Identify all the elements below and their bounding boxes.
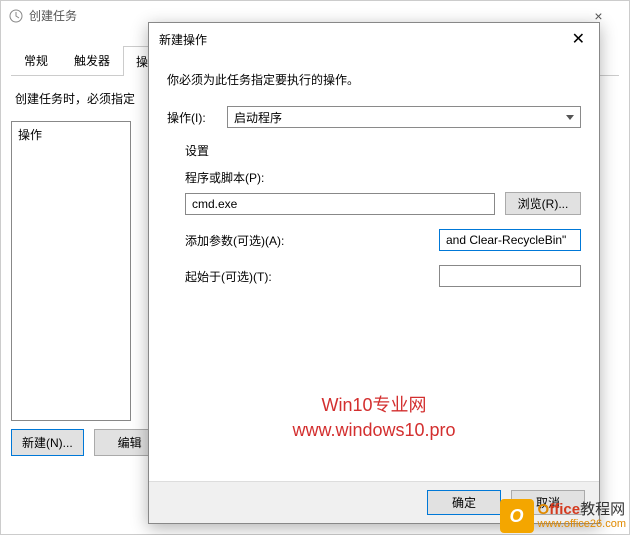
new-action-dialog: 新建操作 ✕ 你必须为此任务指定要执行的操作。 操作(I): 启动程序 设置 程…	[148, 22, 600, 524]
action-combobox[interactable]: 启动程序	[227, 106, 581, 128]
actions-listbox[interactable]: 操作	[11, 121, 131, 421]
program-input[interactable]: cmd.exe	[185, 193, 495, 215]
badge-main-text: Office教程网	[538, 502, 626, 519]
browse-button-label: 浏览(R)...	[518, 197, 569, 211]
arguments-input-value: and Clear-RecycleBin"	[446, 233, 566, 247]
badge-sub-text: www.office26.com	[538, 518, 626, 530]
settings-group-label: 设置	[185, 142, 581, 159]
site-badge: O Office教程网 www.office26.com	[500, 499, 626, 533]
action-label: 操作(I):	[167, 109, 227, 126]
ok-button[interactable]: 确定	[427, 490, 501, 515]
modal-instruction: 你必须为此任务指定要执行的操作。	[167, 71, 581, 88]
watermark: Win10专业网 www.windows10.pro	[149, 393, 599, 443]
program-label: 程序或脚本(P):	[185, 169, 581, 186]
actions-list-header: 操作	[18, 126, 124, 143]
watermark-line2: www.windows10.pro	[149, 418, 599, 443]
new-button-label: 新建(N)...	[22, 436, 73, 450]
badge-icon: O	[500, 499, 534, 533]
modal-title: 新建操作	[159, 31, 568, 48]
arguments-input[interactable]: and Clear-RecycleBin"	[439, 229, 581, 251]
startin-label: 起始于(可选)(T):	[185, 268, 311, 285]
action-combobox-value: 启动程序	[234, 109, 282, 126]
program-input-value: cmd.exe	[192, 197, 237, 211]
watermark-line1: Win10专业网	[149, 393, 599, 418]
close-icon[interactable]: ✕	[568, 29, 589, 49]
browse-button[interactable]: 浏览(R)...	[505, 192, 581, 215]
modal-titlebar: 新建操作 ✕	[149, 23, 599, 55]
tab-general[interactable]: 常规	[11, 45, 61, 75]
edit-button-label: 编辑	[118, 436, 142, 450]
clock-icon	[9, 9, 23, 23]
ok-button-label: 确定	[452, 496, 476, 510]
new-action-button[interactable]: 新建(N)...	[11, 429, 84, 456]
tab-triggers[interactable]: 触发器	[61, 45, 123, 75]
modal-body: 你必须为此任务指定要执行的操作。 操作(I): 启动程序 设置 程序或脚本(P)…	[149, 55, 599, 309]
startin-input[interactable]	[439, 265, 581, 287]
arguments-label: 添加参数(可选)(A):	[185, 232, 311, 249]
